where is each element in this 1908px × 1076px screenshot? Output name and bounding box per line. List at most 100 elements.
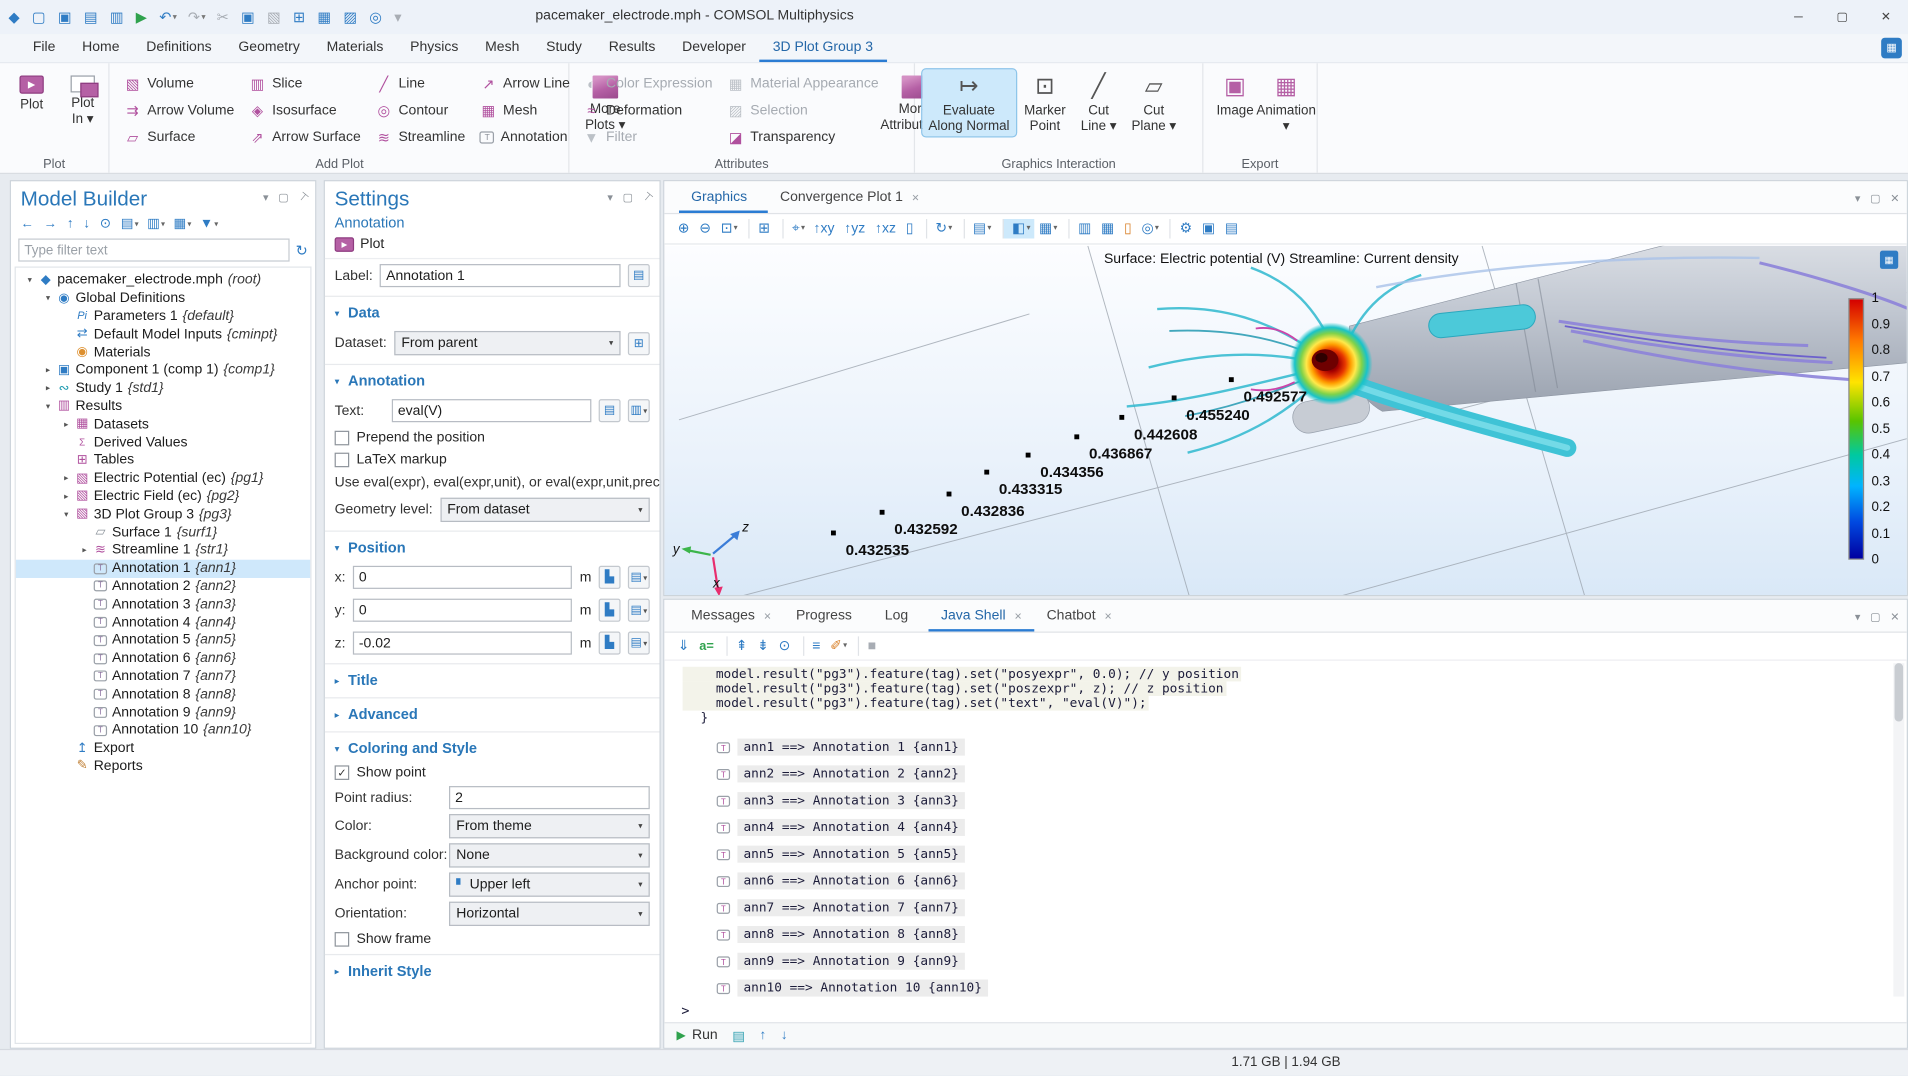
save-console-output-button[interactable]: ⇓ bbox=[674, 636, 694, 655]
refresh-icon[interactable]: ↻ bbox=[296, 242, 308, 259]
title-section-header[interactable]: ▸Title bbox=[325, 663, 660, 693]
open-file-button[interactable]: ▣ bbox=[54, 7, 76, 26]
expression-menu-button[interactable]: ▤▾ bbox=[628, 566, 650, 589]
command-window-button[interactable]: ▤ bbox=[732, 1028, 745, 1044]
tree-chevron-icon[interactable]: ▸ bbox=[60, 474, 73, 484]
anchor-point-select[interactable]: ▘Upper left▾ bbox=[449, 872, 650, 896]
settings-plot-button[interactable]: Plot bbox=[360, 237, 384, 252]
tab-messages[interactable]: Messages✕ bbox=[679, 600, 784, 632]
zoom-in-button[interactable]: ⊕ bbox=[674, 219, 694, 238]
add-isosurface-button[interactable]: ◈Isosurface bbox=[243, 97, 367, 124]
tree-item[interactable]: ↥ Export bbox=[16, 739, 310, 757]
wrap-lines-button[interactable]: ≡ bbox=[803, 636, 826, 655]
close-tab-icon[interactable]: ✕ bbox=[763, 610, 771, 621]
show-plot-settings-button[interactable]: ◧▾ bbox=[1002, 219, 1034, 238]
close-tab-icon[interactable]: ✕ bbox=[1014, 610, 1022, 621]
scroll-up-button[interactable]: ⇞ bbox=[726, 636, 752, 655]
save-button[interactable]: ▤ bbox=[80, 7, 102, 26]
tree-chevron-icon[interactable]: ▸ bbox=[41, 384, 54, 394]
tree-item[interactable]: ▸ ∾ Study 1 {std1} bbox=[16, 379, 310, 397]
view-xy-button[interactable]: ↑xy bbox=[810, 219, 840, 238]
move-down-button[interactable]: ↓ bbox=[80, 215, 95, 233]
tree-item[interactable]: ▸ ▧ Electric Potential (ec) {pg1} bbox=[16, 469, 310, 487]
tab-graphics[interactable]: Graphics bbox=[679, 181, 768, 213]
snapshot-button[interactable]: ▣ bbox=[1198, 219, 1220, 238]
menu-study[interactable]: Study bbox=[533, 34, 596, 62]
history-up-button[interactable]: ↑ bbox=[760, 1028, 767, 1043]
duplicate-button[interactable]: ⊞ bbox=[289, 7, 310, 26]
tree-item[interactable]: ⇄ Default Model Inputs {cminpt} bbox=[16, 325, 310, 343]
scene-settings-button[interactable]: ⚙ bbox=[1170, 219, 1197, 238]
annotation-section-header[interactable]: ▾Annotation bbox=[325, 364, 660, 394]
tree-item[interactable]: Σ Derived Values bbox=[16, 433, 310, 451]
range-button[interactable]: ▙ bbox=[599, 599, 621, 622]
tree-item[interactable]: ▾ ◉ Global Definitions bbox=[16, 289, 310, 307]
go-to-default-view-button[interactable]: ⌖▾ bbox=[782, 219, 808, 238]
color-select[interactable]: From theme▾ bbox=[449, 814, 650, 838]
tree-chevron-icon[interactable]: ▾ bbox=[41, 402, 54, 412]
panel-menu-icon[interactable]: ▾ bbox=[263, 191, 269, 204]
float-panel-icon[interactable]: ▢ bbox=[623, 191, 633, 204]
tree-chevron-icon[interactable]: ▸ bbox=[60, 420, 73, 430]
add-slice-button[interactable]: ▥Slice bbox=[243, 71, 367, 98]
minimize-button[interactable]: ─ bbox=[1777, 0, 1821, 34]
plot-button[interactable]: ▶ Plot bbox=[7, 69, 56, 115]
run-button[interactable]: ▶ Run bbox=[677, 1028, 718, 1043]
menu-results[interactable]: Results bbox=[595, 34, 668, 62]
cut-line-button[interactable]: ╱CutLine ▾ bbox=[1074, 69, 1123, 136]
tree-chevron-icon[interactable]: ▾ bbox=[41, 293, 54, 303]
menu-home[interactable]: Home bbox=[69, 34, 133, 62]
show-point-checkbox[interactable]: ✓ bbox=[335, 765, 350, 780]
export-image-button[interactable]: ▣Image bbox=[1211, 69, 1260, 121]
tree-item[interactable]: T Annotation 4 {ann4} bbox=[16, 613, 310, 631]
qat-more-button[interactable]: ▾ bbox=[391, 7, 407, 26]
add-contour-button[interactable]: ◎Contour bbox=[369, 97, 471, 124]
menu-developer[interactable]: Developer bbox=[669, 34, 760, 62]
delete-button[interactable]: ▦ bbox=[314, 7, 336, 26]
tree-item[interactable]: T Annotation 3 {ann3} bbox=[16, 595, 310, 613]
tree-chevron-icon[interactable]: ▾ bbox=[23, 275, 36, 285]
orientation-select[interactable]: Horizontal▾ bbox=[449, 902, 650, 926]
windows-layout-icon[interactable]: ▦ bbox=[1881, 38, 1902, 59]
tree-item[interactable]: T Annotation 1 {ann1} bbox=[16, 559, 310, 577]
new-file-button[interactable]: ▢ bbox=[28, 7, 50, 26]
scene-light-button[interactable]: ▤▾ bbox=[963, 219, 995, 238]
plot-in-button[interactable]: PlotIn ▾ bbox=[58, 69, 107, 129]
menu-geometry[interactable]: Geometry bbox=[225, 34, 313, 62]
tree-chevron-icon[interactable]: ▾ bbox=[60, 510, 73, 520]
selection-button[interactable]: ▨Selection bbox=[721, 97, 885, 124]
close-panel-icon[interactable]: ✕ bbox=[1890, 192, 1899, 205]
tree-item[interactable]: ✎ Reports bbox=[16, 757, 310, 775]
menu-mesh[interactable]: Mesh bbox=[472, 34, 533, 62]
tree-filter-input[interactable] bbox=[18, 238, 289, 261]
tree-item[interactable]: ⊞ Tables bbox=[16, 451, 310, 469]
tree-item[interactable]: ▱ Surface 1 {surf1} bbox=[16, 523, 310, 541]
show-frame-checkbox[interactable] bbox=[335, 932, 350, 947]
tree-item[interactable]: ▸ ≋ Streamline 1 {str1} bbox=[16, 541, 310, 559]
java-shell-output[interactable]: model.result("pg3").feature(tag).set("po… bbox=[666, 662, 1893, 999]
undo-button[interactable]: ↶▾ bbox=[156, 7, 181, 26]
go-to-source-button[interactable]: ⊞ bbox=[628, 332, 650, 355]
back-button[interactable]: ← bbox=[17, 215, 39, 233]
tab-log[interactable]: Log bbox=[873, 600, 929, 632]
panel-menu-icon[interactable]: ▾ bbox=[607, 191, 613, 204]
menu-physics[interactable]: Physics bbox=[397, 34, 472, 62]
material-appearance-button[interactable]: ▦Material Appearance bbox=[721, 71, 885, 98]
show-last-command-button[interactable]: ⊙ bbox=[775, 636, 795, 655]
tree-item[interactable]: T Annotation 9 {ann9} bbox=[16, 703, 310, 721]
paste-button[interactable]: ▧ bbox=[263, 7, 285, 26]
add-arrow-surface-button[interactable]: ⇗Arrow Surface bbox=[243, 124, 367, 151]
menu-materials[interactable]: Materials bbox=[313, 34, 397, 62]
find-button[interactable]: ◎ bbox=[366, 7, 387, 26]
clear-console-button[interactable]: ✐▾ bbox=[827, 636, 851, 655]
add-arrow-line-button[interactable]: ↗Arrow Line bbox=[474, 71, 576, 98]
menu-3d-plot-group-3[interactable]: 3D Plot Group 3 bbox=[759, 34, 886, 62]
tree-chevron-icon[interactable]: ▸ bbox=[78, 546, 91, 556]
export-animation-button[interactable]: ▦Animation▾ bbox=[1262, 69, 1311, 136]
panel-menu-icon[interactable]: ▾ bbox=[1855, 192, 1861, 205]
tree-item[interactable]: ▾ ▥ Results bbox=[16, 397, 310, 415]
copy-button[interactable]: ▣ bbox=[237, 7, 259, 26]
wireframe-rendering-button[interactable]: ▥ bbox=[1068, 219, 1096, 238]
zoom-box-button[interactable]: ⊡▾ bbox=[717, 219, 741, 238]
tree-item[interactable]: T Annotation 7 {ann7} bbox=[16, 667, 310, 685]
